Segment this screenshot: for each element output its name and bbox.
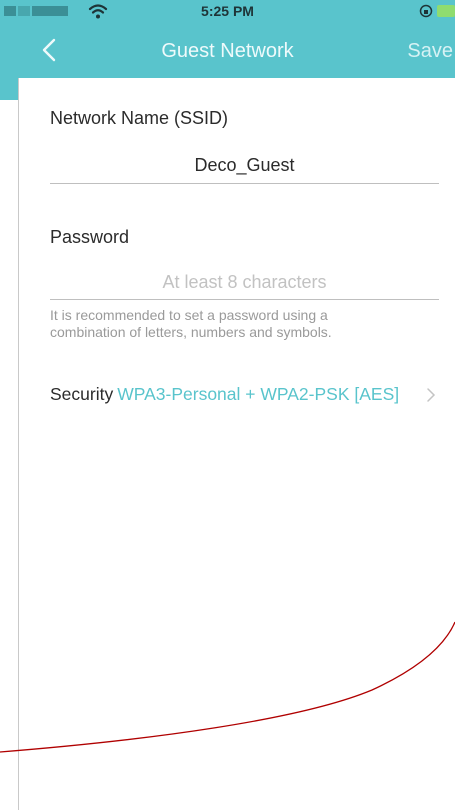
security-value: WPA3-Personal + WPA2-PSK [AES]	[117, 384, 400, 404]
password-hint: It is recommended to set a password usin…	[50, 307, 430, 341]
navigation-bar: Guest Network Save	[0, 22, 455, 78]
security-label: Security	[50, 384, 114, 404]
battery-icon	[437, 5, 455, 17]
password-input[interactable]	[50, 269, 439, 295]
password-field[interactable]	[50, 265, 439, 300]
panel-divider	[18, 78, 19, 810]
ssid-label: Network Name (SSID)	[50, 108, 229, 128]
page-title: Guest Network	[161, 40, 294, 62]
orientation-lock-icon	[419, 4, 433, 18]
password-label: Password	[50, 227, 130, 247]
ssid-value: Deco_Guest	[194, 155, 295, 175]
chevron-right-icon	[427, 388, 436, 402]
status-bar: 5:25 PM	[0, 0, 455, 22]
content-panel	[18, 78, 455, 810]
ssid-field[interactable]: Deco_Guest	[50, 149, 439, 184]
save-button[interactable]: Save	[407, 40, 453, 63]
password-hint-line: combination of letters, numbers and symb…	[50, 324, 332, 340]
security-row[interactable]: Security WPA3-Personal + WPA2-PSK [AES]	[50, 384, 442, 408]
status-time: 5:25 PM	[201, 3, 254, 19]
password-hint-line: It is recommended to set a password usin…	[50, 307, 328, 323]
